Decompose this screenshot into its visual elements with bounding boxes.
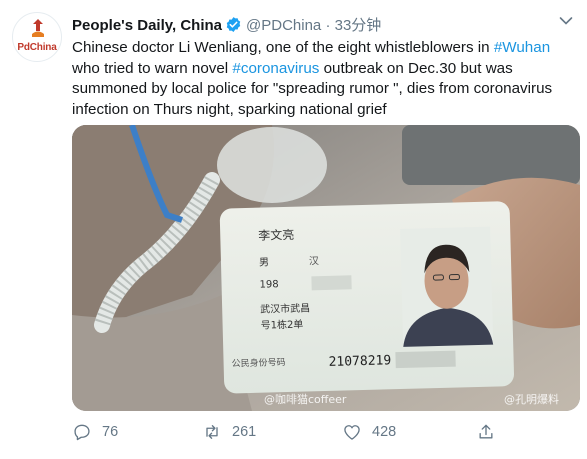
pdchina-logo-icon — [32, 19, 44, 37]
author-name[interactable]: People's Daily, China — [72, 17, 222, 34]
retweet-icon — [206, 425, 218, 439]
like-count: 428 — [372, 424, 397, 440]
retweet-button[interactable]: 261 — [202, 420, 256, 444]
share-icon — [479, 424, 493, 439]
tweet-text-part: Chinese doctor Li Wenliang, one of the e… — [72, 39, 494, 56]
id-number-blur — [395, 350, 456, 369]
verified-badge-icon — [226, 17, 241, 32]
reply-button[interactable]: 76 — [72, 420, 118, 444]
id-address-1: 武汉市武昌 — [260, 301, 310, 315]
id-gender: 男 — [259, 256, 269, 268]
watermark-2: @孔明爆料 — [504, 392, 559, 406]
reply-count: 76 — [102, 424, 119, 440]
share-button[interactable] — [476, 420, 506, 444]
tweet-actions: 76 261 428 — [72, 420, 580, 444]
id-name: 李文亮 — [258, 227, 294, 243]
medical-device — [402, 125, 580, 185]
oxygen-mask — [217, 127, 327, 203]
tweet-photo[interactable]: 李文亮 男 汉 198 武汉市武昌 号1栋2单 公民身份号码 21078219 … — [72, 125, 580, 411]
tweet-text-part: who tried to warn novel — [72, 59, 233, 77]
tweet-timestamp[interactable]: 33分钟 — [335, 17, 382, 34]
header-separator: · — [325, 17, 331, 34]
like-button[interactable]: 428 — [342, 420, 396, 444]
heart-icon — [344, 425, 360, 440]
hashtag-wuhan[interactable]: #Wuhan — [494, 39, 550, 56]
reply-icon — [74, 424, 90, 441]
id-blur — [311, 275, 352, 291]
retweet-count: 261 — [232, 424, 257, 440]
id-number: 21078219 — [328, 353, 391, 370]
tweet-text: Chinese doctor Li Wenliang, one of the e… — [72, 38, 580, 120]
author-handle[interactable]: @PDChina — [246, 17, 321, 34]
id-birth: 198 — [259, 279, 278, 290]
avatar-brand-text: PdChina — [17, 42, 57, 53]
avatar[interactable]: PdChina — [12, 12, 62, 62]
watermark-1: @咖啡猫coffeer — [264, 392, 347, 406]
photo-content: 李文亮 男 汉 198 武汉市武昌 号1栋2单 公民身份号码 21078219 … — [72, 125, 580, 411]
tweet-header: People's Daily, China @PDChina · 33分钟 — [72, 14, 381, 36]
chevron-down-icon[interactable] — [559, 16, 573, 26]
id-address-2: 号1栋2单 — [260, 318, 303, 332]
hashtag-coronavirus[interactable]: #coronavirus — [232, 60, 319, 77]
tweet-card[interactable]: PdChina People's Daily, China @PDChina ·… — [0, 0, 587, 459]
id-ethnicity: 汉 — [309, 255, 319, 267]
